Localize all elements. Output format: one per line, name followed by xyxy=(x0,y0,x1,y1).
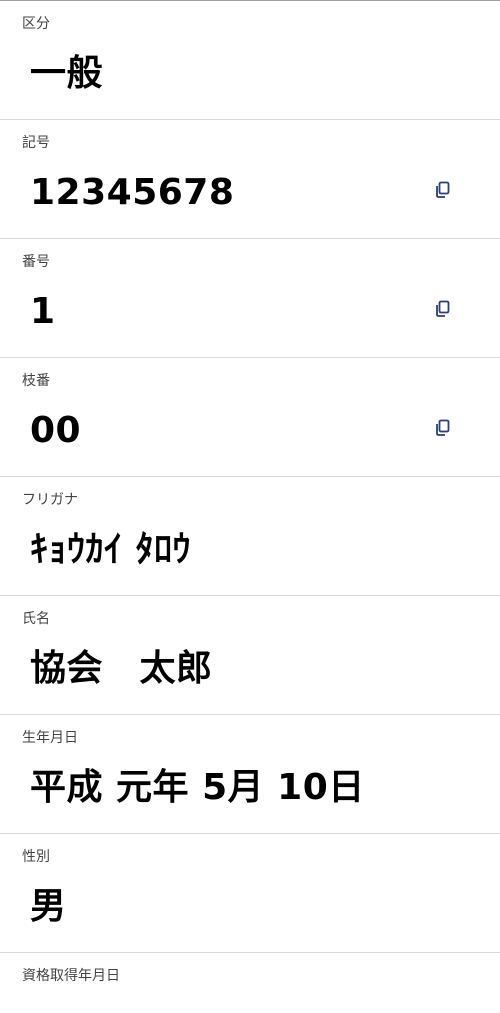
field-qualification-date: 資格取得年月日 xyxy=(0,953,500,1013)
insurance-card-details: 区分 一般 記号 12345678 番号 1 枝番 00 フリガナ ｷｮｳｶｲ … xyxy=(0,0,500,998)
field-edaban: 枝番 00 xyxy=(0,358,500,477)
field-value-gender: 男 xyxy=(30,886,67,927)
field-value-edaban: 00 xyxy=(30,410,82,451)
field-label-kubun: 区分 xyxy=(22,16,50,32)
copy-icon xyxy=(436,419,450,436)
field-label-furigana: フリガナ xyxy=(22,492,78,508)
field-label-qualification-date: 資格取得年月日 xyxy=(22,968,120,984)
field-shimei: 氏名 協会 太郎 xyxy=(0,596,500,715)
field-kigou: 記号 12345678 xyxy=(0,120,500,239)
field-label-gender: 性別 xyxy=(22,849,50,865)
field-bangou: 番号 1 xyxy=(0,239,500,358)
field-label-kigou: 記号 xyxy=(22,135,50,151)
field-value-furigana: ｷｮｳｶｲ ﾀﾛｳ xyxy=(30,529,192,570)
field-label-shimei: 氏名 xyxy=(22,611,50,627)
copy-icon xyxy=(436,300,450,317)
copy-bangou-button[interactable] xyxy=(434,300,452,318)
copy-kigou-button[interactable] xyxy=(434,181,452,199)
field-gender: 性別 男 xyxy=(0,834,500,953)
field-label-edaban: 枝番 xyxy=(22,373,50,389)
field-value-shimei: 協会 太郎 xyxy=(30,648,213,689)
field-label-birthdate: 生年月日 xyxy=(22,730,78,746)
field-value-birthdate: 平成 元年 5月 10日 xyxy=(30,767,365,808)
field-value-kubun: 一般 xyxy=(30,53,104,94)
field-value-kigou: 12345678 xyxy=(30,172,235,213)
field-value-bangou: 1 xyxy=(30,291,56,332)
field-label-bangou: 番号 xyxy=(22,254,50,270)
copy-icon xyxy=(436,181,450,198)
copy-edaban-button[interactable] xyxy=(434,419,452,437)
field-furigana: フリガナ ｷｮｳｶｲ ﾀﾛｳ xyxy=(0,477,500,596)
field-birthdate: 生年月日 平成 元年 5月 10日 xyxy=(0,715,500,834)
field-kubun: 区分 一般 xyxy=(0,1,500,120)
